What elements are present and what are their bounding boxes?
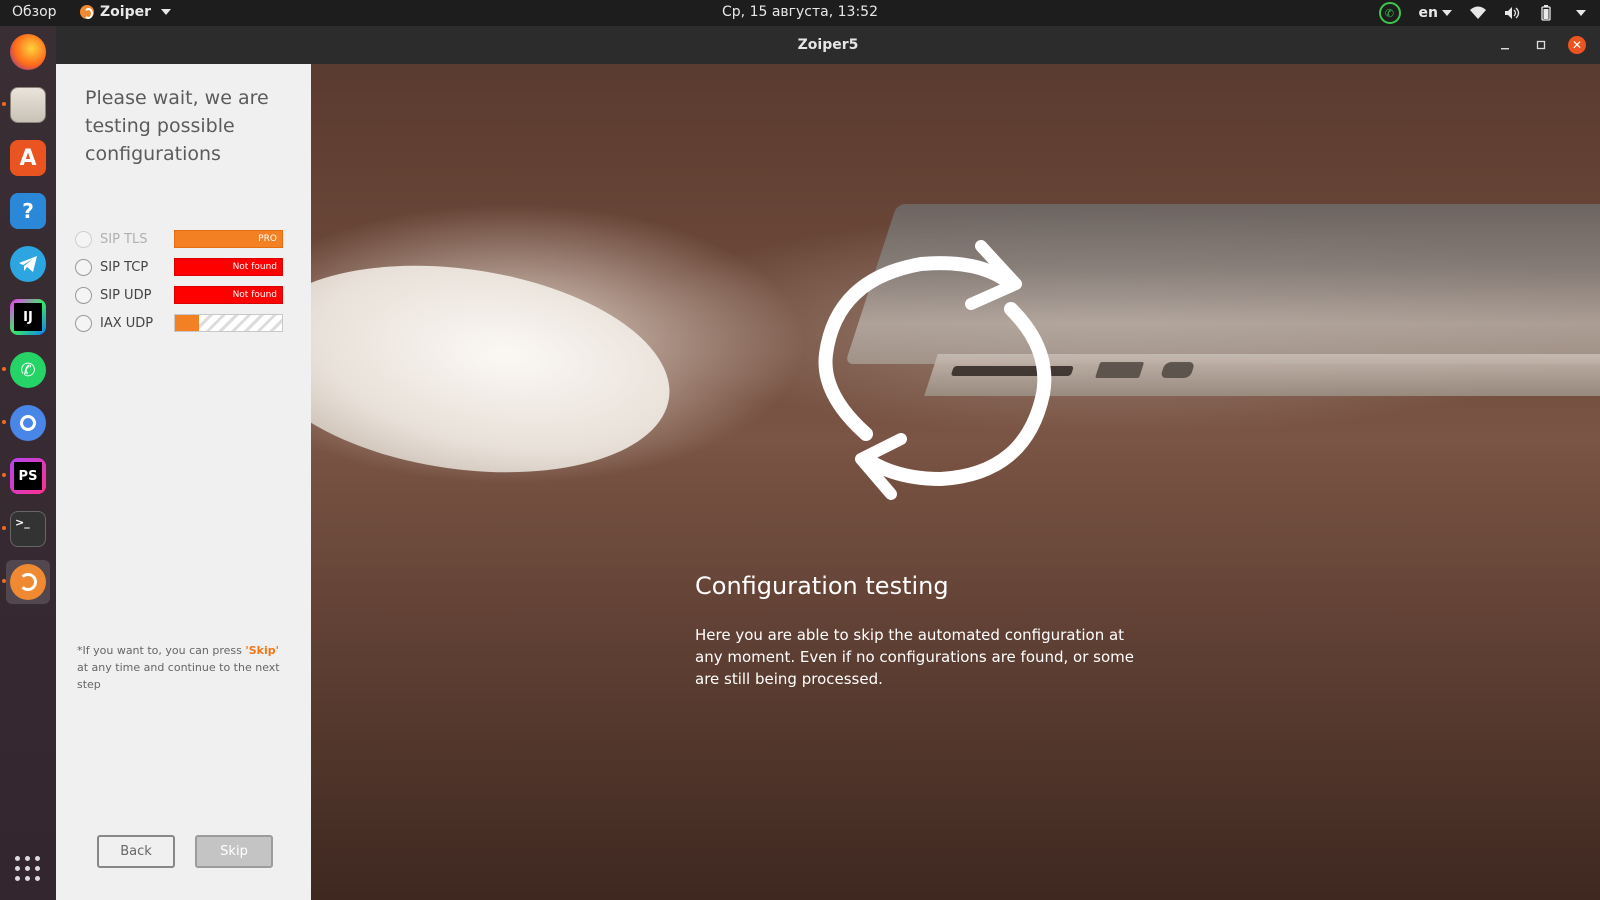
config-progress-bar <box>174 314 283 332</box>
main-title: Configuration testing <box>695 572 949 600</box>
running-indicator <box>2 102 6 106</box>
window-controls: ✕ <box>1496 36 1586 54</box>
laptop-thunderbolt-port <box>1160 362 1196 378</box>
chevron-down-icon <box>1442 10 1452 16</box>
maximize-icon[interactable] <box>1532 36 1550 54</box>
config-status-badge: Not found <box>174 286 283 304</box>
minimize-icon[interactable] <box>1496 36 1514 54</box>
dock-software[interactable]: A <box>6 136 50 180</box>
skip-hint-prefix: *If you want to, you can press <box>77 644 246 657</box>
radio-sip-tcp[interactable] <box>75 258 92 276</box>
window-title: Zoiper5 <box>797 37 859 53</box>
radio-sip-udp[interactable] <box>75 286 92 304</box>
running-indicator <box>2 420 6 424</box>
skip-button[interactable]: Skip <box>195 835 273 868</box>
skip-hint-keyword: 'Skip' <box>245 644 279 657</box>
dock-firefox[interactable] <box>6 30 50 74</box>
main-panel: Configuration testing Here you are able … <box>311 64 1600 900</box>
language-label: en <box>1418 5 1438 21</box>
background-mouse-image <box>311 240 683 498</box>
back-button[interactable]: Back <box>97 835 175 868</box>
app-menu-label: Zoiper <box>100 4 151 20</box>
activities-button[interactable]: Обзор <box>12 4 57 20</box>
dock-whatsapp[interactable]: ✆ <box>2 348 50 392</box>
config-label: SIP TCP <box>100 259 149 275</box>
running-indicator <box>2 367 6 371</box>
skip-hint-suffix: at any time and continue to the next ste… <box>77 661 280 691</box>
running-indicator <box>2 579 6 583</box>
radio-iax-udp[interactable] <box>75 314 92 332</box>
language-selector[interactable]: en <box>1419 5 1452 21</box>
software-center-icon: A <box>10 140 46 176</box>
system-tray: ✆ en <box>1378 2 1586 24</box>
progress-fill <box>175 315 199 331</box>
help-icon: ? <box>10 193 46 229</box>
config-label: SIP TLS <box>100 231 148 247</box>
dock-telegram[interactable] <box>6 242 50 286</box>
whatsapp-tray-icon[interactable]: ✆ <box>1378 2 1401 24</box>
zoiper-window: Zoiper5 ✕ Please wait, we are testing po… <box>56 26 1600 900</box>
chevron-down-icon <box>161 9 171 15</box>
top-panel: Обзор Zoiper Ср, 15 августа, 13:52 ✆ en <box>0 0 1600 26</box>
dock-help[interactable]: ? <box>6 189 50 233</box>
config-sidebar: Please wait, we are testing possible con… <box>56 64 311 900</box>
title-bar[interactable]: Zoiper5 ✕ <box>56 26 1600 64</box>
radio-sip-tls[interactable] <box>75 230 92 248</box>
dock-files[interactable] <box>2 83 50 127</box>
clock[interactable]: Ср, 15 августа, 13:52 <box>722 4 878 20</box>
phpstorm-icon: PS <box>10 458 46 494</box>
sidebar-heading: Please wait, we are testing possible con… <box>85 87 269 165</box>
zoiper-icon <box>80 5 94 19</box>
close-icon[interactable]: ✕ <box>1568 36 1586 54</box>
config-row-sip-tls[interactable]: SIP TLS PRO <box>75 228 285 250</box>
chromium-icon <box>10 405 46 441</box>
sync-icon <box>818 240 1052 500</box>
show-applications-icon[interactable] <box>15 856 41 882</box>
config-status-badge: Not found <box>174 258 283 276</box>
dock: A ? IJ ✆ PS >_ <box>0 26 56 900</box>
laptop-usb-port <box>1095 362 1145 378</box>
telegram-icon <box>10 246 46 282</box>
volume-icon[interactable] <box>1504 5 1520 21</box>
system-menu-chevron-icon[interactable] <box>1576 10 1586 16</box>
battery-icon[interactable] <box>1538 5 1554 21</box>
config-row-sip-tcp[interactable]: SIP TCP Not found <box>75 256 285 278</box>
running-indicator <box>2 526 6 530</box>
config-row-sip-udp[interactable]: SIP UDP Not found <box>75 284 285 306</box>
zoiper-icon <box>10 564 46 600</box>
config-status-badge: PRO <box>174 230 283 248</box>
skip-hint: *If you want to, you can press 'Skip' at… <box>77 642 292 693</box>
dock-zoiper[interactable] <box>2 560 50 604</box>
files-icon <box>10 87 46 123</box>
running-indicator <box>2 473 6 477</box>
wifi-icon[interactable] <box>1470 5 1486 21</box>
config-row-iax-udp[interactable]: IAX UDP <box>75 312 285 334</box>
firefox-icon <box>10 34 46 70</box>
clock-container: Ср, 15 августа, 13:52 <box>0 4 1600 20</box>
terminal-icon: >_ <box>10 511 46 547</box>
config-label: IAX UDP <box>100 315 154 331</box>
dock-chromium[interactable] <box>2 401 50 445</box>
intellij-icon: IJ <box>10 299 46 335</box>
dock-intellij[interactable]: IJ <box>6 295 50 339</box>
app-menu[interactable]: Zoiper <box>80 4 171 20</box>
dock-terminal[interactable]: >_ <box>2 507 50 551</box>
dock-phpstorm[interactable]: PS <box>2 454 50 498</box>
config-label: SIP UDP <box>100 287 152 303</box>
whatsapp-icon: ✆ <box>10 352 46 388</box>
main-description: Here you are able to skip the automated … <box>695 626 1135 688</box>
